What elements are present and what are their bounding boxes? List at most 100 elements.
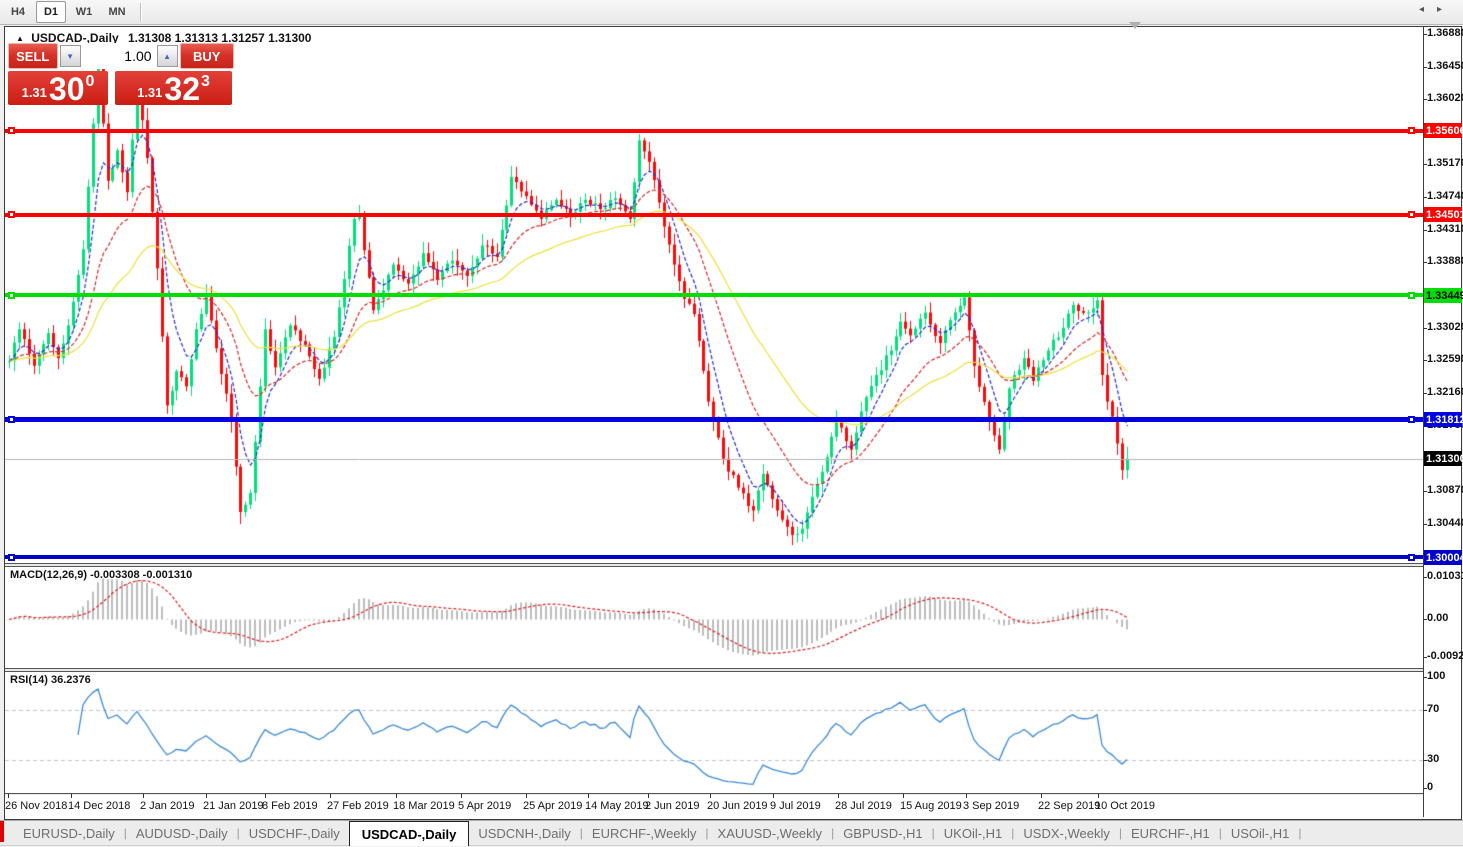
rsi-label: RSI(14) 36.2376 (10, 674, 91, 686)
timeframe-button-d1[interactable]: D1 (36, 1, 66, 23)
level-line-1.33449[interactable] (5, 293, 1423, 297)
level-anchor-marker[interactable] (1408, 292, 1415, 299)
panel-splitter-rsi[interactable] (5, 668, 1424, 672)
one-click-trading-widget: SELL ▼ ▲ BUY 1.31 30 0 1.31 32 3 (8, 43, 234, 105)
level-line-1.31812[interactable] (5, 417, 1423, 422)
date-axis-tick (966, 794, 967, 798)
collapse-triangle-icon[interactable]: ▲ (16, 34, 24, 43)
buy-price[interactable]: 1.31 32 3 (115, 71, 232, 105)
date-axis-tick (396, 794, 397, 798)
level-anchor-marker[interactable] (8, 127, 15, 134)
macd-axis-label: 0.010311 (1427, 570, 1463, 582)
timeframe-button-h4[interactable]: H4 (3, 1, 33, 23)
date-label: 14 May 2019 (585, 800, 649, 812)
volume-decrease-button[interactable]: ▼ (60, 45, 81, 67)
price-axis-label: 1.36880 (1427, 27, 1463, 39)
date-label: 3 Sep 2019 (963, 800, 1019, 812)
level-line-1.35606[interactable] (5, 129, 1423, 133)
tab-eurchf-weekly[interactable]: EURCHF-,Weekly (583, 822, 706, 845)
tab-divider: | (1298, 826, 1301, 840)
rsi-indicator-canvas[interactable] (5, 672, 1423, 793)
date-axis-tick (1098, 794, 1099, 798)
rsi-axis-label: 30 (1427, 753, 1439, 765)
tab-usdx-weekly[interactable]: USDX-,Weekly (1014, 822, 1118, 845)
date-axis-tick (838, 794, 839, 798)
date-label: 25 Apr 2019 (523, 800, 582, 812)
level-anchor-marker[interactable] (1408, 211, 1415, 218)
date-label: 14 Dec 2018 (68, 800, 130, 812)
rsi-axis-label: 0 (1427, 781, 1433, 793)
tab-usoil-h1[interactable]: USOil-,H1 (1222, 822, 1299, 845)
volume-spinner: ▼ ▲ (58, 43, 180, 69)
tab-usdcnh-daily[interactable]: USDCNH-,Daily (469, 822, 579, 845)
level-anchor-marker[interactable] (1408, 416, 1415, 423)
date-label: 10 Oct 2019 (1095, 800, 1155, 812)
tab-xauusd-weekly[interactable]: XAUUSD-,Weekly (709, 822, 832, 845)
price-badge-1.33449: 1.33449 (1424, 288, 1462, 303)
current-price-badge: 1.31300 (1424, 451, 1462, 466)
macd-indicator-canvas[interactable] (5, 567, 1423, 668)
date-label: 20 Jun 2019 (707, 800, 768, 812)
level-anchor-marker[interactable] (1408, 127, 1415, 134)
price-axis-label: 1.32590 (1427, 353, 1463, 365)
date-axis-tick (8, 794, 9, 798)
sell-button[interactable]: SELL (8, 43, 58, 69)
date-axis-tick (265, 794, 266, 798)
toolbar-separator (140, 3, 142, 21)
buy-price-prefix: 1.31 (137, 85, 162, 100)
price-badge-1.30004: 1.30004 (1424, 550, 1462, 565)
macd-axis-label: -0.009203 (1427, 650, 1463, 662)
timeframe-buttons: H4D1W1MN (0, 1, 132, 23)
price-axis-label: 1.32160 (1427, 386, 1463, 398)
tab-scroll-right-icon[interactable]: ▸ (1437, 4, 1442, 15)
level-line-1.34501[interactable] (5, 213, 1423, 217)
buy-price-big: 32 (164, 75, 200, 103)
panel-splitter-macd[interactable] (5, 563, 1424, 567)
level-line-1.30004[interactable] (5, 555, 1423, 559)
date-axis-tick (461, 794, 462, 798)
price-axis-label: 1.30440 (1427, 517, 1463, 529)
price-axis-label: 1.36450 (1427, 60, 1463, 72)
tab-eurchf-h1[interactable]: EURCHF-,H1 (1122, 822, 1219, 845)
chart-tabs-bar: EURUSD-,Daily|AUDUSD-,Daily|USDCHF-,Dail… (0, 820, 1463, 845)
trading-terminal-window: H4D1W1MN ▲ USDCAD-,Daily 1.31308 1.31313… (0, 0, 1463, 847)
price-axis-label: 1.34310 (1427, 223, 1463, 235)
date-axis-tick (648, 794, 649, 798)
tab-gbpusd-h1[interactable]: GBPUSD-,H1 (834, 822, 931, 845)
tab-usdcad-daily[interactable]: USDCAD-,Daily (349, 821, 470, 846)
timeframe-button-mn[interactable]: MN (102, 1, 132, 23)
date-axis-tick (710, 794, 711, 798)
sell-price-sup: 0 (86, 73, 95, 91)
date-label: 26 Nov 2018 (5, 800, 67, 812)
date-label: 8 Feb 2019 (262, 800, 318, 812)
sell-price-prefix: 1.31 (22, 85, 47, 100)
macd-label: MACD(12,26,9) -0.003308 -0.001310 (10, 569, 192, 581)
date-label: 21 Jan 2019 (203, 800, 264, 812)
date-label: 9 Jul 2019 (770, 800, 821, 812)
date-label: 18 Mar 2019 (393, 800, 455, 812)
tab-scroll-left-icon[interactable]: ◂ (1419, 4, 1424, 15)
date-label: 15 Aug 2019 (900, 800, 962, 812)
tab-eurusd-daily[interactable]: EURUSD-,Daily (14, 822, 124, 845)
volume-increase-button[interactable]: ▲ (157, 45, 178, 67)
date-axis-tick (1041, 794, 1042, 798)
sell-price[interactable]: 1.31 30 0 (8, 71, 108, 105)
timeframe-button-w1[interactable]: W1 (69, 1, 99, 23)
volume-input[interactable] (81, 45, 157, 67)
macd-axis-label: 0.00 (1427, 612, 1448, 624)
buy-button[interactable]: BUY (180, 43, 234, 69)
date-axis-tick (143, 794, 144, 798)
level-anchor-marker[interactable] (8, 416, 15, 423)
level-anchor-marker[interactable] (8, 211, 15, 218)
date-axis-tick (71, 794, 72, 798)
scroll-to-end-marker-icon[interactable] (1129, 22, 1141, 29)
tab-ukoil-h1[interactable]: UKOil-,H1 (935, 822, 1012, 845)
date-axis-tick (330, 794, 331, 798)
tab-audusd-daily[interactable]: AUDUSD-,Daily (127, 822, 237, 845)
rsi-bottom-border (5, 793, 1424, 795)
level-anchor-marker[interactable] (8, 554, 15, 561)
tab-usdchf-daily[interactable]: USDCHF-,Daily (240, 822, 349, 845)
buy-price-sup: 3 (201, 73, 210, 91)
level-anchor-marker[interactable] (8, 292, 15, 299)
level-anchor-marker[interactable] (1408, 554, 1415, 561)
